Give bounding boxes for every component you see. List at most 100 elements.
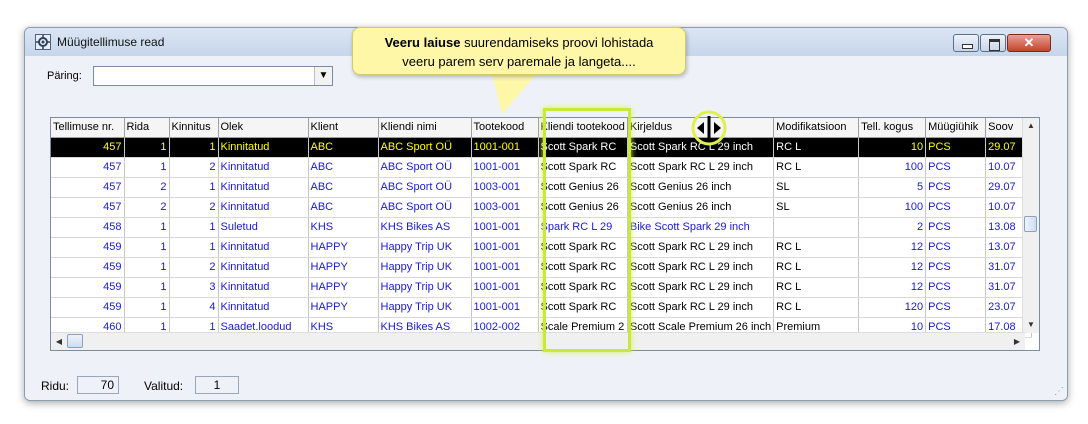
column-header[interactable]: Modifikatsioon <box>773 118 860 138</box>
table-cell[interactable]: ABC Sport OÜ <box>378 177 472 198</box>
table-cell[interactable]: 2 <box>124 197 170 218</box>
table-cell[interactable]: ABC Sport OÜ <box>378 197 472 218</box>
maximize-button[interactable] <box>980 34 1006 52</box>
table-cell[interactable]: Scott Spark RC <box>538 257 628 278</box>
table-cell[interactable]: 1 <box>169 137 219 158</box>
vertical-scroll-thumb[interactable] <box>1024 216 1037 232</box>
table-row[interactable]: 457 1 1 Kinnitatud ABC ABC Sport OÜ 1001-001 Sc… <box>51 137 1033 158</box>
table-cell[interactable]: Kinnitatud <box>218 237 309 258</box>
table-cell[interactable]: Scott Genius 26 inch <box>627 177 775 198</box>
table-cell[interactable]: 1001-001 <box>471 157 539 178</box>
table-cell[interactable]: Scott Genius 26 inch <box>627 197 775 218</box>
column-header[interactable]: Kinnitus <box>169 118 219 138</box>
table-cell[interactable]: RC L <box>773 137 860 158</box>
table-cell[interactable]: ABC <box>308 157 379 178</box>
table-cell[interactable]: ABC <box>308 197 379 218</box>
table-cell[interactable]: RC L <box>773 257 860 278</box>
scroll-up-icon[interactable]: ▲ <box>1023 118 1039 134</box>
table-cell[interactable]: 5 <box>858 177 927 198</box>
table-cell[interactable]: Bike Scott Spark 29 inch <box>627 217 775 238</box>
table-cell[interactable]: 2 <box>124 177 170 198</box>
column-header[interactable]: Müügiühik <box>925 118 987 138</box>
table-cell[interactable]: PCS <box>925 137 987 158</box>
column-header[interactable]: Klient <box>308 118 379 138</box>
table-row[interactable]: 457 2 1 Kinnitatud ABC ABC Sport OÜ 1003-001 Sc… <box>51 177 1033 198</box>
table-cell[interactable]: PCS <box>925 157 987 178</box>
table-cell[interactable]: 10 <box>858 137 927 158</box>
table-cell[interactable]: 1 <box>124 277 170 298</box>
table-cell[interactable]: 457 <box>51 157 125 178</box>
order-lines-grid[interactable]: Tellimuse nr. Rida Kinnitus Olek Klient Klien… <box>50 117 1040 351</box>
vertical-scrollbar[interactable]: ▲ ▼ <box>1022 118 1039 333</box>
table-cell[interactable]: 12 <box>858 277 927 298</box>
table-cell[interactable]: 1 <box>124 237 170 258</box>
table-cell[interactable]: 457 <box>51 197 125 218</box>
chevron-down-icon[interactable]: ▼ <box>314 67 332 85</box>
table-cell[interactable]: Happy Trip UK <box>378 277 472 298</box>
table-cell[interactable]: Suletud <box>218 217 309 238</box>
column-header[interactable]: Kliendi nimi <box>378 118 472 138</box>
table-cell[interactable]: 1001-001 <box>471 257 539 278</box>
table-cell[interactable]: PCS <box>925 257 987 278</box>
table-cell[interactable]: PCS <box>925 217 987 238</box>
table-cell[interactable]: 1 <box>124 217 170 238</box>
scroll-left-icon[interactable]: ◀ <box>51 333 67 350</box>
table-cell[interactable]: 1001-001 <box>471 217 539 238</box>
table-cell[interactable]: ABC <box>308 137 379 158</box>
table-cell[interactable]: Kinnitatud <box>218 297 309 318</box>
table-cell[interactable]: 1 <box>124 137 170 158</box>
table-cell[interactable]: 120 <box>858 297 927 318</box>
table-cell[interactable]: SL <box>773 197 860 218</box>
table-cell[interactable]: Kinnitatud <box>218 197 309 218</box>
table-cell[interactable]: 4 <box>169 297 219 318</box>
table-row[interactable]: 458 1 1 Suletud KHS KHS Bikes AS 1001-001 Spark… <box>51 217 1033 238</box>
table-cell[interactable]: 2 <box>169 197 219 218</box>
table-cell[interactable]: Scott Genius 26 <box>538 197 628 218</box>
table-cell[interactable]: PCS <box>925 237 987 258</box>
table-cell[interactable]: 2 <box>169 257 219 278</box>
column-header[interactable]: Tellimuse nr. <box>51 118 125 138</box>
table-cell[interactable]: 459 <box>51 257 125 278</box>
table-cell[interactable]: 457 <box>51 177 125 198</box>
table-cell[interactable]: RC L <box>773 277 860 298</box>
table-cell[interactable]: RC L <box>773 237 860 258</box>
table-cell[interactable]: Scott Spark RC L 29 inch <box>627 297 775 318</box>
table-row[interactable]: 459 1 1 Kinnitatud HAPPY Happy Trip UK 1001-00… <box>51 237 1033 258</box>
table-cell[interactable]: KHS <box>308 217 379 238</box>
table-row[interactable]: 459 1 3 Kinnitatud HAPPY Happy Trip UK 1001-00… <box>51 277 1033 298</box>
table-cell[interactable]: 1001-001 <box>471 237 539 258</box>
column-header[interactable]: Olek <box>218 118 309 138</box>
table-cell[interactable]: Scott Spark RC <box>538 137 628 158</box>
table-cell[interactable]: 459 <box>51 297 125 318</box>
table-cell[interactable]: ABC Sport OÜ <box>378 157 472 178</box>
table-cell[interactable]: Scott Spark RC <box>538 157 628 178</box>
table-cell[interactable]: Happy Trip UK <box>378 237 472 258</box>
table-cell[interactable]: KHS Bikes AS <box>378 217 472 238</box>
horizontal-scrollbar[interactable]: ◀ ▶ <box>51 332 1025 350</box>
table-cell[interactable]: 2 <box>169 157 219 178</box>
table-cell[interactable]: RC L <box>773 157 860 178</box>
table-cell[interactable]: 1 <box>169 217 219 238</box>
scroll-down-icon[interactable]: ▼ <box>1023 317 1039 333</box>
table-cell[interactable]: 1 <box>169 177 219 198</box>
table-cell[interactable]: Scott Spark RC L 29 inch <box>627 257 775 278</box>
table-cell[interactable]: 1 <box>124 257 170 278</box>
table-cell[interactable]: 1 <box>124 157 170 178</box>
table-cell[interactable]: PCS <box>925 197 987 218</box>
table-cell[interactable]: 459 <box>51 237 125 258</box>
table-cell[interactable]: Scott Spark RC <box>538 297 628 318</box>
table-cell[interactable]: ABC <box>308 177 379 198</box>
table-cell[interactable]: 3 <box>169 277 219 298</box>
table-cell[interactable]: Scott Spark RC <box>538 237 628 258</box>
table-cell[interactable]: 1001-001 <box>471 137 539 158</box>
table-cell[interactable]: 100 <box>858 157 927 178</box>
table-cell[interactable]: Scott Spark RC L 29 inch <box>627 237 775 258</box>
minimize-button[interactable] <box>953 34 979 52</box>
table-cell[interactable]: ABC Sport OÜ <box>378 137 472 158</box>
table-cell[interactable]: HAPPY <box>308 237 379 258</box>
table-cell[interactable]: PCS <box>925 297 987 318</box>
table-row[interactable]: 457 1 2 Kinnitatud ABC ABC Sport OÜ 1001-001 Sc… <box>51 157 1033 178</box>
table-cell[interactable]: SL <box>773 177 860 198</box>
column-header[interactable]: Rida <box>124 118 170 138</box>
table-cell[interactable]: 100 <box>858 197 927 218</box>
